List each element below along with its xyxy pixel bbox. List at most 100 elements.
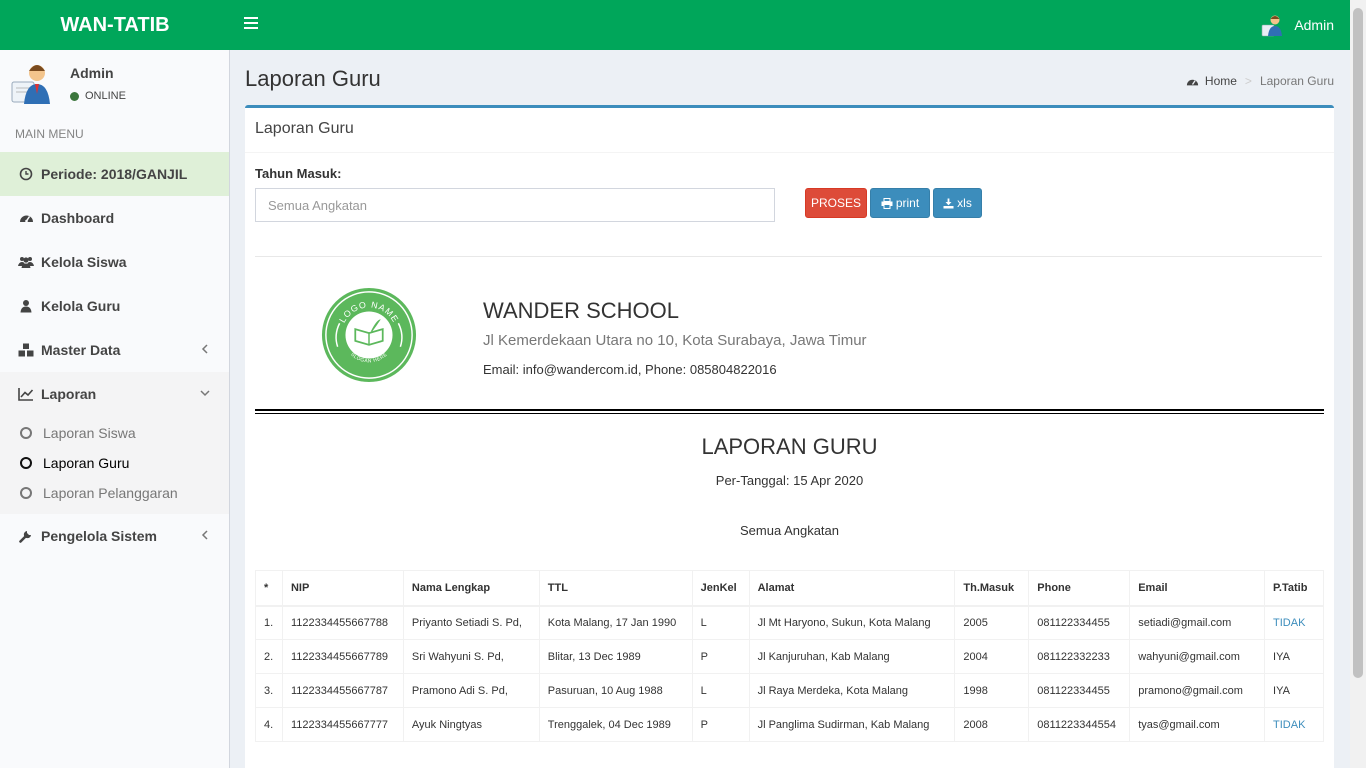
sidebar-subitem-laporan-pelanggaran[interactable]: Laporan Pelanggaran — [0, 478, 229, 508]
ptatib-link[interactable]: TIDAK — [1264, 707, 1324, 742]
sidebar-subitem-laporan-siswa[interactable]: Laporan Siswa — [0, 418, 229, 448]
dashboard-icon — [18, 210, 34, 226]
sidebar-item-master-data[interactable]: Master Data — [0, 328, 229, 372]
table-row: 1. 1122334455667788 Priyanto Setiadi S. … — [255, 605, 1324, 640]
sidebar-subitem-label: Laporan Siswa — [43, 425, 136, 441]
table-cell: 1122334455667789 — [281, 639, 404, 674]
page-scrollbar[interactable] — [1350, 0, 1366, 768]
xls-button[interactable]: xls — [933, 188, 982, 218]
laporan-submenu: Laporan Siswa Laporan Guru Laporan Pelan… — [0, 416, 229, 514]
circle-icon — [20, 427, 32, 439]
clock-icon — [18, 166, 34, 182]
box-divider — [245, 152, 1334, 153]
col-header: Nama Lengkap — [402, 570, 540, 607]
xls-button-label: xls — [957, 196, 972, 210]
print-button[interactable]: print — [870, 188, 930, 218]
table-cell: Kota Malang, 17 Jan 1990 — [538, 605, 693, 640]
table-cell: Jl Kanjuruhan, Kab Malang — [748, 639, 956, 674]
school-name: WANDER SCHOOL — [483, 298, 679, 323]
proses-button[interactable]: PROSES — [805, 188, 867, 218]
breadcrumb-separator: > — [1244, 74, 1252, 88]
table-cell: L — [691, 605, 750, 640]
ptatib-link[interactable]: TIDAK — [1264, 605, 1324, 640]
wrench-icon — [18, 528, 34, 544]
table-cell: Blitar, 13 Dec 1989 — [538, 639, 693, 674]
sidebar-item-label: Master Data — [41, 342, 121, 358]
user-menu[interactable]: Admin — [1260, 13, 1334, 37]
table-cell: Trenggalek, 04 Dec 1989 — [538, 707, 693, 742]
table-header-row: * NIP Nama Lengkap TTL JenKel Alamat Th.… — [255, 570, 1324, 607]
top-user-name: Admin — [1294, 17, 1334, 33]
sidebar-subitem-label: Laporan Guru — [43, 455, 130, 471]
avatar — [1262, 15, 1283, 37]
circle-icon — [20, 457, 32, 469]
table-cell: wahyuni@gmail.com — [1129, 639, 1266, 674]
table-cell: setiadi@gmail.com — [1129, 605, 1266, 640]
online-dot-icon — [70, 91, 79, 101]
table-cell: 4. — [255, 707, 283, 742]
sidebar-item-label: Pengelola Sistem — [41, 528, 157, 544]
report-angkatan: Semua Angkatan — [739, 523, 840, 538]
breadcrumb-current: Laporan Guru — [1259, 74, 1334, 88]
col-header: P.Tatib — [1264, 570, 1324, 607]
table-cell: 2008 — [954, 707, 1030, 742]
table-cell: Jl Raya Merdeka, Kota Malang — [748, 673, 956, 708]
scrollbar-thumb[interactable] — [1353, 8, 1363, 678]
table-row: 4. 1122334455667777 Ayuk Ningtyas Trengg… — [255, 707, 1324, 742]
table-cell: 1998 — [954, 673, 1030, 708]
sidebar-item-kelola-siswa[interactable]: Kelola Siswa — [0, 240, 229, 284]
sidebar-item-pengelola-sistem[interactable]: Pengelola Sistem — [0, 514, 229, 558]
sidebar-item-kelola-guru[interactable]: Kelola Guru — [0, 284, 229, 328]
app-logo[interactable]: WAN-TATIB — [0, 0, 230, 50]
table-cell: pramono@gmail.com — [1129, 673, 1266, 708]
table-cell: Jl Panglima Sudirman, Kab Malang — [748, 707, 956, 742]
print-button-label: print — [895, 196, 920, 210]
letterhead-rule — [255, 409, 1324, 414]
table-cell: 1. — [255, 605, 283, 640]
sidebar-item-label: Laporan — [41, 386, 97, 402]
sidebar-subitem-laporan-guru[interactable]: Laporan Guru — [0, 448, 229, 478]
sidebar-user-name: Admin — [70, 65, 114, 81]
sidebar-item-periode[interactable]: Periode: 2018/GANJIL — [0, 152, 229, 196]
line-chart-icon — [18, 386, 34, 402]
sidebar-item-label: Periode: 2018/GANJIL — [41, 166, 188, 182]
chevron-down-icon — [200, 390, 210, 397]
breadcrumb: Home > Laporan Guru — [1186, 74, 1334, 88]
breadcrumb-home-link[interactable]: Home — [1186, 74, 1237, 88]
col-header: Th.Masuk — [954, 570, 1030, 607]
tahun-masuk-select[interactable] — [255, 188, 775, 222]
table-cell: 1122334455667777 — [281, 707, 404, 742]
download-icon — [943, 198, 954, 208]
tahun-masuk-label: Tahun Masuk: — [255, 166, 342, 181]
sidebar-menu: Periode: 2018/GANJIL Dashboard Kelola Si… — [0, 152, 229, 558]
table-cell: 081122332233 — [1028, 639, 1131, 674]
school-logo-icon: LOGO NAME SLOGAN HERE — [321, 287, 417, 383]
table-cell: 1122334455667787 — [281, 673, 404, 708]
col-header: * — [255, 570, 283, 607]
table-row: 2. 1122334455667789 Sri Wahyuni S. Pd, B… — [255, 639, 1324, 674]
user-icon — [18, 298, 34, 314]
cubes-icon — [18, 342, 34, 358]
menu-header: MAIN MENU — [15, 127, 84, 141]
report-box: Laporan Guru Tahun Masuk: PROSES print x… — [245, 105, 1334, 768]
school-address: Jl Kemerdekaan Utara no 10, Kota Surabay… — [483, 332, 867, 349]
table-cell: L — [691, 673, 750, 708]
top-navbar: WAN-TATIB Admin — [0, 0, 1350, 50]
sidebar-item-dashboard[interactable]: Dashboard — [0, 196, 229, 240]
guru-table: * NIP Nama Lengkap TTL JenKel Alamat Th.… — [255, 570, 1324, 742]
col-header: Email — [1129, 570, 1266, 607]
user-status: ONLINE — [70, 90, 126, 102]
sidebar-item-label: Kelola Siswa — [41, 254, 127, 270]
print-icon — [881, 197, 893, 209]
table-cell: Sri Wahyuni S. Pd, — [402, 639, 540, 674]
col-header: Alamat — [748, 570, 956, 607]
sidebar-item-laporan[interactable]: Laporan — [0, 372, 229, 416]
dashboard-icon — [1186, 79, 1199, 85]
box-title: Laporan Guru — [255, 120, 354, 137]
table-cell: 081122334455 — [1028, 673, 1131, 708]
avatar — [11, 65, 50, 104]
users-icon — [18, 254, 34, 270]
report-title: LAPORAN GURU — [701, 434, 878, 459]
sidebar-toggle-icon[interactable] — [244, 17, 258, 31]
proses-button-label: PROSES — [810, 196, 861, 210]
